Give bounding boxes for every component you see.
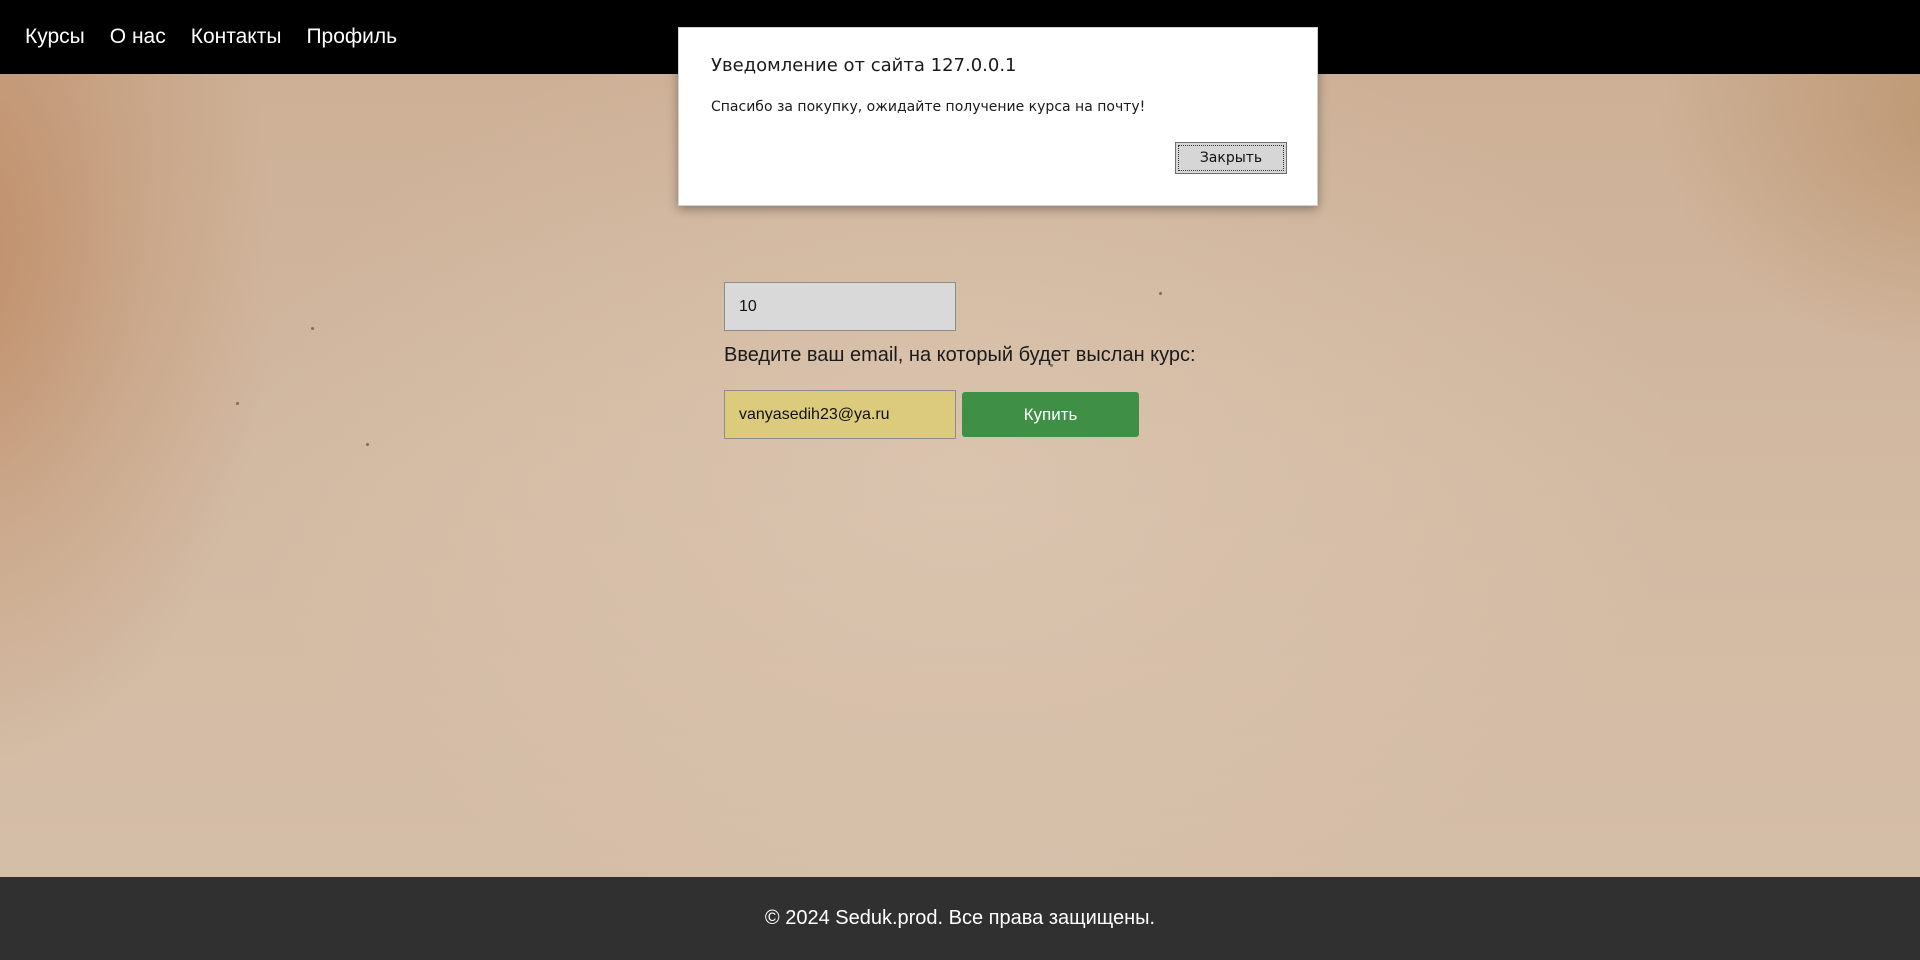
buy-button[interactable]: Купить: [962, 392, 1139, 437]
nav-link-contacts[interactable]: Контакты: [191, 25, 282, 49]
email-input[interactable]: [724, 390, 956, 439]
paper-speck: [311, 327, 314, 330]
footer-copyright: © 2024 Seduk.prod. Все права защищены.: [764, 907, 1156, 929]
nav-link-profile[interactable]: Профиль: [306, 25, 397, 49]
dialog-title: Уведомление от сайта 127.0.0.1: [711, 55, 1017, 76]
alert-dialog: Уведомление от сайта 127.0.0.1 Спасибо з…: [678, 27, 1318, 206]
paper-speck: [366, 443, 369, 446]
dialog-message: Спасибо за покупку, ожидайте получение к…: [711, 99, 1146, 115]
paper-speck: [236, 402, 239, 405]
paper-speck: [1159, 292, 1162, 295]
dialog-close-button[interactable]: Закрыть: [1175, 142, 1287, 174]
nav-link-courses[interactable]: Курсы: [25, 25, 85, 49]
nav-link-about[interactable]: О нас: [110, 25, 166, 49]
page-footer: © 2024 Seduk.prod. Все права защищены.: [0, 877, 1920, 960]
email-label: Введите ваш email, на который будет высл…: [724, 344, 1196, 366]
quantity-input[interactable]: [724, 282, 956, 331]
